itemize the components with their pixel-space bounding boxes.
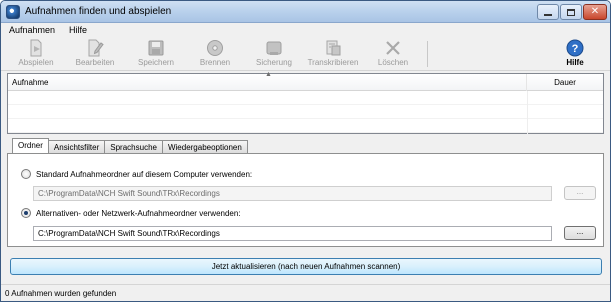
delete-label: Löschen (377, 58, 409, 67)
folder-tab-panel: Standard Aufnahmeordner auf diesem Compu… (7, 153, 604, 247)
save-button[interactable]: Speichern (127, 38, 185, 70)
alternative-folder-option[interactable]: Alternativen- oder Netzwerk-Aufnahmeordn… (21, 207, 241, 219)
standard-folder-radio[interactable] (21, 169, 31, 179)
burn-disc-icon (207, 40, 223, 56)
app-logo-icon (6, 5, 20, 19)
play-document-icon (30, 39, 42, 57)
delete-x-icon (386, 41, 400, 55)
play-label: Abspielen (18, 58, 54, 67)
list-row (8, 119, 603, 133)
help-icon: ? (566, 39, 584, 57)
help-label: Hilfe (566, 58, 584, 67)
alternative-folder-radio[interactable] (21, 208, 31, 218)
standard-folder-label: Standard Aufnahmeordner auf diesem Compu… (36, 169, 253, 179)
tab-strip: Ordner Ansichtsfilter Sprachsuche Wieder… (12, 138, 248, 153)
column-header-dauer[interactable]: Dauer (527, 74, 603, 91)
svg-text:?: ? (572, 43, 579, 55)
alternative-folder-label: Alternativen- oder Netzwerk-Aufnahmeordn… (36, 208, 241, 218)
tab-ordner[interactable]: Ordner (12, 138, 49, 153)
alternative-path-field[interactable]: C:\ProgramData\NCH Swift Sound\TRx\Recor… (33, 226, 552, 241)
standard-folder-option[interactable]: Standard Aufnahmeordner auf diesem Compu… (21, 168, 252, 180)
standard-browse-button: ... (564, 186, 596, 200)
list-row (8, 105, 603, 119)
tab-wiedergabeoptionen[interactable]: Wiedergabeoptionen (161, 140, 248, 153)
maximize-icon (567, 8, 575, 16)
save-disk-icon (148, 40, 164, 56)
edit-document-icon (88, 39, 104, 57)
backup-label: Sicherung (255, 58, 293, 67)
edit-label: Bearbeiten (75, 58, 115, 67)
minimize-icon (544, 13, 552, 16)
alternative-browse-button[interactable]: ... (564, 226, 596, 240)
standard-path-field: C:\ProgramData\NCH Swift Sound\TRx\Recor… (33, 186, 552, 201)
title-bar: Aufnahmen finden und abspielen ✕ (1, 1, 610, 23)
burn-label: Brennen (199, 58, 231, 67)
backup-button[interactable]: Sicherung (245, 38, 303, 70)
tab-ansichtsfilter[interactable]: Ansichtsfilter (47, 140, 106, 153)
delete-button[interactable]: Löschen (364, 38, 422, 70)
app-window: Aufnahmen finden und abspielen ✕ Aufnahm… (0, 0, 611, 302)
minimize-button[interactable] (537, 4, 559, 20)
help-button[interactable]: ? Hilfe (546, 38, 604, 70)
play-button[interactable]: Abspielen (7, 38, 65, 70)
column-divider (527, 91, 528, 134)
save-label: Speichern (137, 58, 175, 67)
menu-hilfe[interactable]: Hilfe (61, 23, 93, 37)
status-bar: 0 Aufnahmen wurden gefunden (1, 284, 610, 301)
list-header: ▲ Aufnahme Dauer (8, 71, 603, 91)
transcribe-button[interactable]: Transkribieren (304, 38, 362, 70)
transcribe-icon (326, 40, 341, 56)
transcribe-label: Transkribieren (307, 58, 359, 67)
list-row (8, 91, 603, 105)
tab-sprachsuche[interactable]: Sprachsuche (104, 140, 163, 153)
close-icon: ✕ (590, 6, 600, 17)
maximize-button[interactable] (560, 4, 582, 20)
scan-now-button[interactable]: Jetzt aktualisieren (nach neuen Aufnahme… (10, 258, 602, 275)
recordings-list[interactable]: ▲ Aufnahme Dauer (7, 71, 604, 134)
toolbar: Abspielen Bearbeiten Speichern Brennen S… (1, 37, 610, 71)
close-button[interactable]: ✕ (583, 4, 607, 20)
burn-button[interactable]: Brennen (186, 38, 244, 70)
backup-icon (266, 41, 282, 55)
window-title: Aufnahmen finden und abspielen (25, 6, 172, 17)
toolbar-separator (427, 41, 428, 67)
edit-button[interactable]: Bearbeiten (66, 38, 124, 70)
menu-aufnahmen[interactable]: Aufnahmen (1, 23, 61, 37)
menu-bar: Aufnahmen Hilfe (1, 23, 610, 37)
column-header-aufnahme[interactable]: Aufnahme (8, 74, 527, 91)
